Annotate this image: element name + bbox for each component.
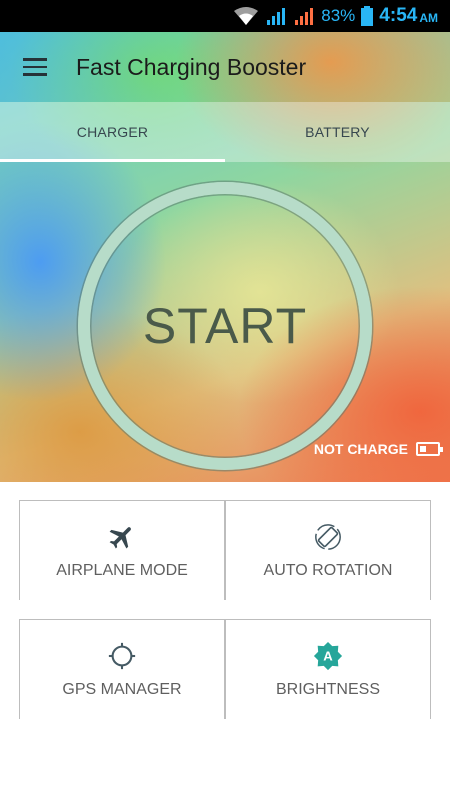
airplane-mode-label: AIRPLANE MODE bbox=[56, 561, 188, 579]
charge-status: NOT CHARGE bbox=[313, 438, 443, 460]
auto-rotation-button[interactable]: AUTO ROTATION bbox=[225, 500, 431, 600]
clock-time: 4:54 bbox=[379, 5, 418, 26]
app-title: Fast Charging Booster bbox=[76, 53, 307, 80]
app-bar: Fast Charging Booster bbox=[0, 32, 450, 102]
tab-battery[interactable]: BATTERY bbox=[225, 102, 450, 162]
signal-icon bbox=[293, 6, 315, 26]
battery-percent: 83% bbox=[321, 6, 356, 25]
hamburger-menu-icon[interactable] bbox=[0, 32, 70, 102]
gps-manager-button[interactable]: GPS MANAGER bbox=[19, 619, 225, 719]
brightness-button[interactable]: A BRIGHTNESS bbox=[225, 619, 431, 719]
tab-charger[interactable]: CHARGER bbox=[0, 102, 225, 162]
clock-ampm: AM bbox=[419, 11, 438, 25]
wifi-icon bbox=[233, 6, 259, 26]
brightness-label: BRIGHTNESS bbox=[275, 680, 380, 698]
charge-status-text: NOT CHARGE bbox=[313, 441, 408, 457]
status-bar: 83% 4:54 AM bbox=[0, 0, 450, 32]
battery-icon bbox=[361, 6, 374, 26]
battery-low-icon bbox=[416, 442, 443, 456]
clock: 4:54 AM bbox=[379, 5, 438, 27]
gps-crosshair-icon bbox=[107, 641, 137, 671]
start-button[interactable]: START bbox=[78, 182, 372, 470]
screen-rotation-icon bbox=[313, 522, 343, 552]
screen: 83% 4:54 AM Fast Charging Booster CHARGE… bbox=[0, 0, 450, 800]
gps-manager-label: GPS MANAGER bbox=[62, 680, 182, 698]
start-label: START bbox=[142, 298, 308, 354]
airplane-icon bbox=[107, 522, 137, 552]
tab-bar: CHARGER BATTERY bbox=[0, 102, 450, 162]
svg-text:A: A bbox=[323, 648, 333, 663]
airplane-mode-button[interactable]: AIRPLANE MODE bbox=[19, 500, 225, 600]
signal-icon bbox=[265, 6, 287, 26]
auto-rotation-label: AUTO ROTATION bbox=[263, 561, 393, 579]
brightness-auto-icon: A bbox=[313, 641, 343, 671]
